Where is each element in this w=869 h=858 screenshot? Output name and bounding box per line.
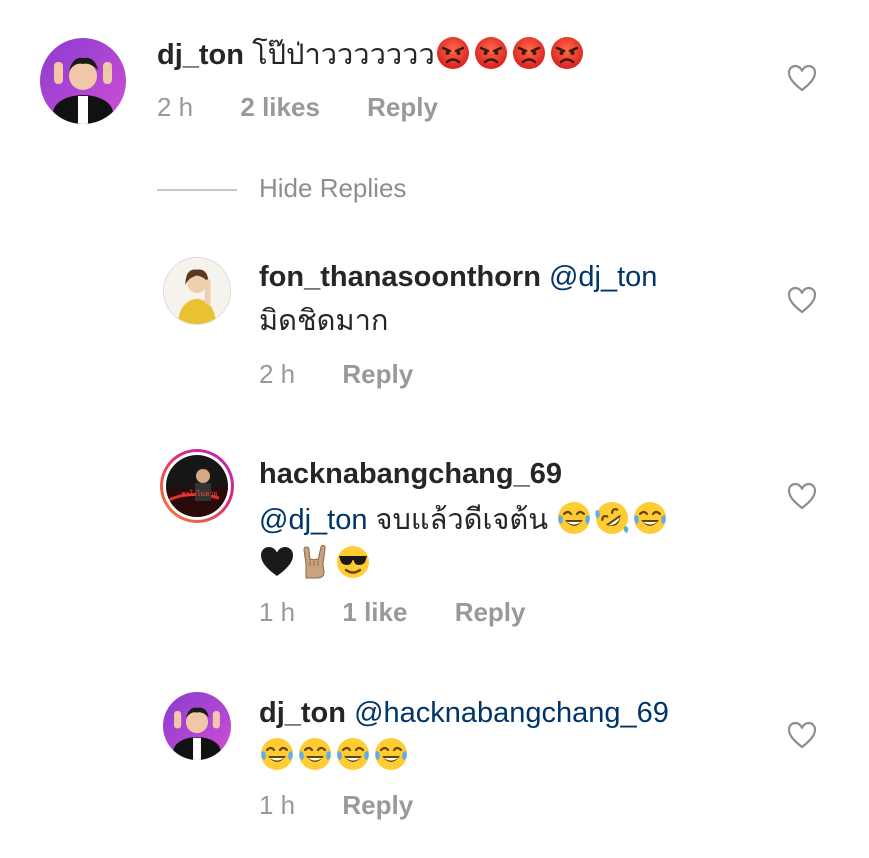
like-heart-icon[interactable]	[787, 482, 817, 510]
reply-1-time: 2 h	[259, 359, 296, 389]
angry-face-icon	[435, 35, 471, 71]
reply-2-username[interactable]: hacknabangchang_69	[259, 458, 562, 490]
black-heart-icon	[259, 544, 295, 580]
like-heart-icon[interactable]	[787, 286, 817, 314]
reply-1-username[interactable]: fon_thanasoonthorn	[259, 261, 541, 293]
reply-2-meta: 1 h 1 like Reply	[259, 597, 526, 628]
avatar-fon-thanasoonthorn[interactable]	[163, 257, 231, 325]
hide-replies-button[interactable]: Hide Replies	[259, 173, 406, 204]
angry-face-icon	[511, 35, 547, 71]
tears-of-joy-icon	[259, 736, 295, 772]
reply-3-line-1: dj_ton @hacknabangchang_69	[259, 692, 669, 734]
reply-2-text: จบแล้วดีเจต้น	[375, 504, 549, 536]
avatar-hacknabangchang-69[interactable]: ชาโงไม่ตาย	[159, 448, 235, 524]
sunglasses-face-icon	[335, 544, 371, 580]
reply-2-time: 1 h	[259, 597, 296, 627]
reply-button[interactable]: Reply	[342, 359, 413, 390]
reply-1-meta: 2 h Reply	[259, 359, 413, 390]
reply-3-meta: 1 h Reply	[259, 790, 413, 821]
comment-text-line: dj_ton โป๊ป่าววววววว	[157, 34, 587, 76]
reply-1-text: มิดชิดมาก	[259, 305, 389, 337]
reply-button[interactable]: Reply	[455, 597, 526, 628]
reply-2-mention[interactable]: @dj_ton	[259, 504, 367, 536]
like-heart-icon[interactable]	[787, 721, 817, 749]
avatar-dj-ton[interactable]	[40, 38, 126, 124]
rock-hand-icon	[297, 544, 333, 580]
comment-username[interactable]: dj_ton	[157, 39, 244, 71]
tears-of-joy-icon	[297, 736, 333, 772]
reply-button[interactable]: Reply	[342, 790, 413, 821]
replies-divider	[157, 189, 237, 191]
reply-3-username[interactable]: dj_ton	[259, 697, 346, 729]
comment-text: โป๊ป่าววววววว	[252, 39, 435, 71]
reply-3-mention[interactable]: @hacknabangchang_69	[354, 697, 669, 729]
reply-2-likes[interactable]: 1 like	[342, 597, 407, 628]
tears-of-joy-icon	[335, 736, 371, 772]
avatar-dj-ton[interactable]	[163, 692, 231, 760]
svg-text:ชาโงไม่ตาย: ชาโงไม่ตาย	[181, 489, 218, 498]
angry-face-icon	[473, 35, 509, 71]
reply-2-line-1: hacknabangchang_69	[259, 453, 562, 495]
reply-3-line-2	[259, 735, 411, 777]
comment-meta: 2 h 2 likes Reply	[157, 92, 438, 123]
tears-of-joy-icon	[632, 500, 668, 536]
comment-emoji-group	[435, 39, 587, 71]
reply-1-mention[interactable]: @dj_ton	[549, 261, 657, 293]
reply-1-line-1: fon_thanasoonthorn @dj_ton	[259, 256, 657, 298]
like-heart-icon[interactable]	[787, 64, 817, 92]
reply-2-line-2: @dj_ton จบแล้วดีเจต้น	[259, 499, 670, 541]
rolling-laughing-icon	[594, 500, 630, 536]
comment-time: 2 h	[157, 92, 194, 122]
comment-likes[interactable]: 2 likes	[240, 92, 320, 123]
reply-3-time: 1 h	[259, 790, 296, 820]
reply-2-line-3	[259, 543, 373, 585]
reply-button[interactable]: Reply	[367, 92, 438, 123]
angry-face-icon	[549, 35, 585, 71]
tears-of-joy-icon	[556, 500, 592, 536]
tears-of-joy-icon	[373, 736, 409, 772]
